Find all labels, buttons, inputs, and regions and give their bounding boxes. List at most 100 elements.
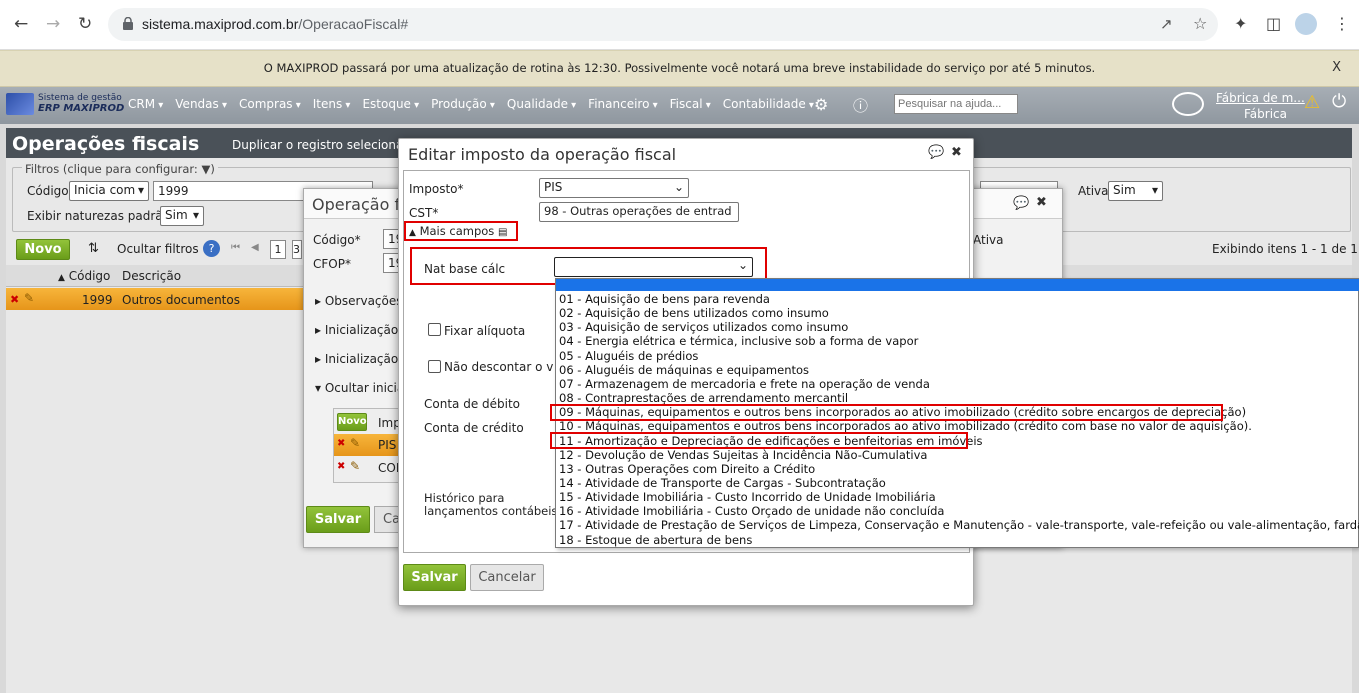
dropdown-option[interactable]: 07 - Armazenagem de mercadoria e frete n…: [559, 377, 930, 391]
help-icon[interactable]: ⓘ: [853, 95, 868, 116]
dialog2-save-button[interactable]: Salvar: [403, 564, 466, 591]
dropdown-option[interactable]: 06 - Aluguéis de máquinas e equipamentos: [559, 363, 809, 377]
dropdown-option[interactable]: 15 - Atividade Imobiliária - Custo Incor…: [559, 490, 936, 504]
section-ocultar[interactable]: ▾ Ocultar iniciali: [315, 381, 411, 395]
dropdown-selected-empty-option[interactable]: [556, 279, 1359, 291]
menu-producao[interactable]: Produção: [431, 97, 495, 111]
power-icon[interactable]: ⏻: [1332, 91, 1346, 112]
share-icon[interactable]: ↗: [1160, 15, 1173, 33]
menu-itens[interactable]: Itens: [313, 97, 351, 111]
help-search-input[interactable]: [894, 94, 1018, 114]
dialog1-save-button[interactable]: Salvar: [306, 506, 370, 533]
menu-contabilidade[interactable]: Contabilidade: [723, 97, 814, 111]
hide-filters-button[interactable]: Ocultar filtros: [117, 242, 199, 256]
avatar[interactable]: [1295, 13, 1317, 35]
nat-base-label: Nat base cálc: [424, 262, 506, 276]
dropdown-option[interactable]: 13 - Outras Operações com Direito a Créd…: [559, 462, 815, 476]
menu-estoque[interactable]: Estoque: [362, 97, 419, 111]
filters-legend[interactable]: Filtros (clique para configurar: ▼): [22, 162, 218, 176]
dropdown-option[interactable]: 18 - Estoque de abertura de bens: [559, 533, 752, 547]
dropdown-option[interactable]: 16 - Atividade Imobiliária - Custo Orçad…: [559, 504, 944, 518]
star-icon[interactable]: ☆: [1193, 14, 1207, 33]
section-inicializacao-2[interactable]: ▸ Inicialização c: [315, 352, 409, 366]
filter-naturezas-select[interactable]: Sim ▾: [160, 206, 204, 226]
company-link[interactable]: Fábrica de m...: [1216, 91, 1305, 105]
help-icon[interactable]: ?: [203, 240, 220, 257]
dropdown-option[interactable]: 17 - Atividade de Prestação de Serviços …: [559, 518, 1359, 532]
cst-select[interactable]: 98 - Outras operações de entrad: [539, 202, 739, 222]
chevron-down-icon: ▾: [192, 208, 199, 222]
edit-icon[interactable]: ✎: [24, 291, 34, 305]
notice-close-button[interactable]: X: [1332, 60, 1341, 75]
dialog1-ativa-label: Ativa: [973, 233, 1004, 247]
novo-button[interactable]: Novo: [16, 239, 70, 260]
nao-descontar-checkbox[interactable]: [428, 360, 441, 373]
nat-base-select[interactable]: ⌄: [554, 257, 753, 277]
page-number[interactable]: 1: [270, 240, 286, 259]
dropdown-option[interactable]: 03 - Aquisição de serviços utilizados co…: [559, 320, 848, 334]
back-icon[interactable]: ←: [14, 14, 28, 34]
mais-campos-toggle[interactable]: ▲ Mais campos ▤: [409, 224, 507, 238]
section-inicializacao-1[interactable]: ▸ Inicialização c: [315, 323, 409, 337]
menu-compras[interactable]: Compras: [239, 97, 301, 111]
imposto-select[interactable]: PIS ⌄: [539, 178, 689, 198]
refresh-icon[interactable]: ⇅: [88, 241, 99, 256]
dialog2-cancel-button[interactable]: Cancelar: [470, 564, 544, 591]
edit-icon[interactable]: ✎: [350, 436, 360, 450]
logo-icon: [6, 93, 34, 115]
delete-icon[interactable]: ✖: [337, 461, 345, 472]
sort-up-icon: ▲: [58, 273, 65, 283]
delete-icon[interactable]: ✖: [337, 438, 345, 449]
filter-codigo-operator[interactable]: Inicia com ▾: [69, 181, 149, 201]
more-icon[interactable]: ⋮: [1334, 14, 1350, 33]
page-number-2[interactable]: 3: [292, 240, 302, 259]
dropdown-option[interactable]: 08 - Contraprestações de arrendamento me…: [559, 391, 848, 405]
edit-icon[interactable]: ✎: [350, 459, 360, 473]
list-icon: ▤: [497, 227, 508, 238]
main-menu-bar: Sistema de gestão ERP MAXIPROD CRM Venda…: [0, 87, 1359, 124]
gear-icon[interactable]: ⚙: [814, 95, 828, 114]
historico-label-2: lançamentos contábeis: [424, 504, 558, 518]
address-bar[interactable]: sistema.maxiprod.com.br/OperacaoFiscal# …: [108, 8, 1218, 41]
conta-debito-label: Conta de débito: [424, 397, 521, 411]
dialog1-novo-button[interactable]: Novo: [337, 413, 367, 431]
menu-financeiro[interactable]: Financeiro: [588, 97, 657, 111]
sidepanel-icon[interactable]: ◫: [1266, 14, 1281, 33]
dialog1-cancel-button[interactable]: Ca: [374, 506, 400, 533]
extensions-icon[interactable]: ✦: [1234, 14, 1247, 33]
fixar-aliquota-checkbox[interactable]: [428, 323, 441, 336]
dropdown-option[interactable]: 12 - Devolução de Vendas Sujeitas à Inci…: [559, 448, 927, 462]
menu-vendas[interactable]: Vendas: [175, 97, 227, 111]
col-codigo[interactable]: ▲ Código: [58, 269, 110, 283]
col-descricao[interactable]: Descrição: [122, 269, 181, 283]
prev-page-icon[interactable]: ◀: [251, 242, 259, 253]
chevron-down-icon: ⌄: [737, 258, 748, 272]
comment-icon[interactable]: 💬: [928, 145, 944, 160]
warning-icon[interactable]: ⚠: [1304, 92, 1320, 113]
close-icon[interactable]: ✖: [1036, 195, 1047, 210]
filter-codigo-label: Código: [27, 184, 69, 198]
duplicate-link[interactable]: Duplicar o registro selecionado: [232, 138, 418, 152]
maintenance-notice: O MAXIPROD passará por uma atualização d…: [0, 50, 1359, 87]
first-page-icon[interactable]: ⏮: [231, 242, 240, 253]
highlight-option-09: [550, 404, 1223, 421]
reload-icon[interactable]: ↻: [78, 14, 92, 34]
dropdown-option[interactable]: 01 - Aquisição de bens para revenda: [559, 292, 770, 306]
imposto-label: Imposto*: [409, 182, 464, 196]
dropdown-option[interactable]: 05 - Aluguéis de prédios: [559, 349, 698, 363]
dropdown-option[interactable]: 02 - Aquisição de bens utilizados como i…: [559, 306, 829, 320]
forward-icon[interactable]: →: [46, 14, 60, 34]
unit-selector[interactable]: Fábrica: [1244, 107, 1287, 121]
close-icon[interactable]: ✖: [951, 145, 962, 160]
menu-qualidade[interactable]: Qualidade: [507, 97, 576, 111]
section-observacoes[interactable]: ▸ Observações: [315, 294, 403, 308]
comment-icon[interactable]: 💬: [1013, 196, 1029, 211]
filter-icon[interactable]: ▼: [201, 162, 210, 176]
dropdown-option[interactable]: 04 - Energia elétrica e térmica, inclusi…: [559, 334, 918, 348]
menu-crm[interactable]: CRM: [128, 97, 163, 111]
delete-icon[interactable]: ✖: [10, 293, 19, 306]
dropdown-option[interactable]: 14 - Atividade de Transporte de Cargas -…: [559, 476, 886, 490]
filter-ativa-select[interactable]: Sim ▾: [1108, 181, 1163, 201]
chat-icon[interactable]: [1172, 92, 1204, 116]
menu-fiscal[interactable]: Fiscal: [670, 97, 711, 111]
